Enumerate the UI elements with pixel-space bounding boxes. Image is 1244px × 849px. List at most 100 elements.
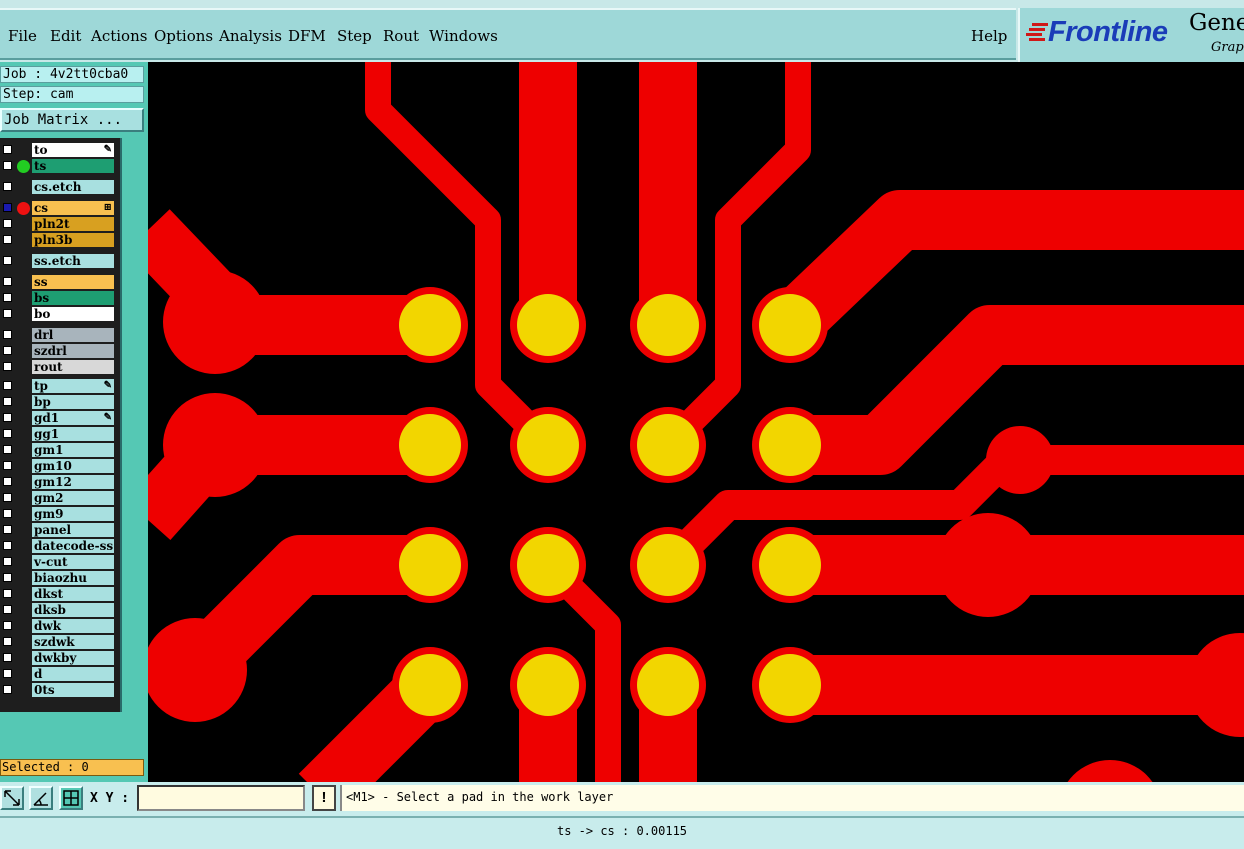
- layer-checkbox[interactable]: [3, 235, 12, 244]
- xy-input[interactable]: [137, 785, 305, 811]
- layer-name[interactable]: 0ts: [32, 683, 114, 697]
- smd-pad[interactable]: [637, 294, 699, 356]
- layer-checkbox[interactable]: [3, 669, 12, 678]
- layer-checkbox[interactable]: [3, 525, 12, 534]
- layer-checkbox[interactable]: [3, 277, 12, 286]
- layer-row-v-cut[interactable]: v-cut: [0, 555, 118, 569]
- layer-name[interactable]: bo: [32, 307, 114, 321]
- job-name-field[interactable]: Job : 4v2tt0cba0: [0, 66, 144, 83]
- menu-actions[interactable]: Actions: [91, 27, 147, 45]
- layer-checkbox[interactable]: [3, 429, 12, 438]
- layer-checkbox[interactable]: [3, 381, 12, 390]
- layer-row-cs[interactable]: cs ⊞: [0, 201, 118, 215]
- layer-row-pln3b[interactable]: pln3b: [0, 233, 118, 247]
- layer-name[interactable]: gd1 ✎: [32, 411, 114, 425]
- grid-button[interactable]: [59, 786, 83, 810]
- layer-name[interactable]: gg1: [32, 427, 114, 441]
- layer-checkbox[interactable]: [3, 637, 12, 646]
- layer-checkbox[interactable]: [3, 605, 12, 614]
- layer-checkbox[interactable]: [3, 182, 12, 191]
- layer-checkbox[interactable]: [3, 573, 12, 582]
- smd-pad[interactable]: [759, 534, 821, 596]
- smd-pad[interactable]: [517, 654, 579, 716]
- layer-row-bp[interactable]: bp: [0, 395, 118, 409]
- layer-row-to[interactable]: to ✎: [0, 143, 118, 157]
- layer-name[interactable]: dwkby: [32, 651, 114, 665]
- smd-pad[interactable]: [399, 534, 461, 596]
- layer-name[interactable]: cs.etch: [32, 180, 114, 194]
- layer-checkbox[interactable]: [3, 589, 12, 598]
- layer-checkbox[interactable]: [3, 330, 12, 339]
- via-pad[interactable]: [163, 270, 267, 374]
- graphic-canvas[interactable]: [148, 62, 1244, 782]
- layer-row-0ts[interactable]: 0ts: [0, 683, 118, 697]
- layer-row-d[interactable]: d: [0, 667, 118, 681]
- layer-row-dkst[interactable]: dkst: [0, 587, 118, 601]
- layer-checkbox[interactable]: [3, 346, 12, 355]
- via-pad[interactable]: [163, 393, 267, 497]
- smd-pad[interactable]: [399, 654, 461, 716]
- step-name-field[interactable]: Step: cam: [0, 86, 144, 103]
- layer-row-drl[interactable]: drl: [0, 328, 118, 342]
- angle-measure-button[interactable]: [29, 786, 53, 810]
- layer-name[interactable]: ss: [32, 275, 114, 289]
- layer-name[interactable]: tp ✎: [32, 379, 114, 393]
- layer-name[interactable]: ss.etch: [32, 254, 114, 268]
- layer-row-rout[interactable]: rout: [0, 360, 118, 374]
- menu-edit[interactable]: Edit: [50, 27, 81, 45]
- layer-row-gm12[interactable]: gm12: [0, 475, 118, 489]
- menu-file[interactable]: File: [8, 27, 37, 45]
- layer-row-gd1[interactable]: gd1 ✎: [0, 411, 118, 425]
- layer-name[interactable]: pln3b: [32, 233, 114, 247]
- layer-list-scrollbar[interactable]: [122, 138, 146, 712]
- layer-name[interactable]: rout: [32, 360, 114, 374]
- layer-name[interactable]: dwk: [32, 619, 114, 633]
- layer-name[interactable]: d: [32, 667, 114, 681]
- layer-name[interactable]: gm9: [32, 507, 114, 521]
- smd-pad[interactable]: [759, 654, 821, 716]
- layer-checkbox[interactable]: [3, 293, 12, 302]
- menu-help[interactable]: Help: [971, 27, 1007, 45]
- layer-name[interactable]: szdrl: [32, 344, 114, 358]
- layer-row-dwk[interactable]: dwk: [0, 619, 118, 633]
- layer-name[interactable]: szdwk: [32, 635, 114, 649]
- layer-name[interactable]: pln2t: [32, 217, 114, 231]
- layer-name[interactable]: gm10: [32, 459, 114, 473]
- layer-row-gm2[interactable]: gm2: [0, 491, 118, 505]
- layer-row-panel[interactable]: panel: [0, 523, 118, 537]
- layer-name[interactable]: bp: [32, 395, 114, 409]
- menu-analysis[interactable]: Analysis: [219, 27, 282, 45]
- layer-row-ss.etch[interactable]: ss.etch: [0, 254, 118, 268]
- layer-checkbox[interactable]: [3, 145, 12, 154]
- layer-name[interactable]: gm12: [32, 475, 114, 489]
- layer-row-bo[interactable]: bo: [0, 307, 118, 321]
- layer-row-gm9[interactable]: gm9: [0, 507, 118, 521]
- smd-pad[interactable]: [399, 414, 461, 476]
- layer-row-ts[interactable]: ts: [0, 159, 118, 173]
- layer-checkbox[interactable]: [3, 653, 12, 662]
- layer-checkbox[interactable]: [3, 203, 12, 212]
- layer-row-datecode-ss[interactable]: datecode-ss: [0, 539, 118, 553]
- layer-name[interactable]: gm2: [32, 491, 114, 505]
- via-pad[interactable]: [936, 513, 1040, 617]
- menu-step[interactable]: Step: [337, 27, 372, 45]
- layer-name[interactable]: cs ⊞: [32, 201, 114, 215]
- layer-checkbox[interactable]: [3, 509, 12, 518]
- layer-name[interactable]: dkst: [32, 587, 114, 601]
- layer-checkbox[interactable]: [3, 445, 12, 454]
- layer-row-bs[interactable]: bs: [0, 291, 118, 305]
- menu-rout[interactable]: Rout: [383, 27, 419, 45]
- layer-row-gg1[interactable]: gg1: [0, 427, 118, 441]
- smd-pad[interactable]: [517, 294, 579, 356]
- via-pad[interactable]: [1188, 633, 1244, 737]
- layer-name[interactable]: dksb: [32, 603, 114, 617]
- smd-pad[interactable]: [399, 294, 461, 356]
- layer-checkbox[interactable]: [3, 362, 12, 371]
- layer-checkbox[interactable]: [3, 685, 12, 694]
- smd-pad[interactable]: [517, 414, 579, 476]
- layer-checkbox[interactable]: [3, 309, 12, 318]
- menu-dfm[interactable]: DFM: [288, 27, 326, 45]
- via-pad[interactable]: [1058, 760, 1162, 782]
- layer-name[interactable]: biaozhu: [32, 571, 114, 585]
- layer-checkbox[interactable]: [3, 219, 12, 228]
